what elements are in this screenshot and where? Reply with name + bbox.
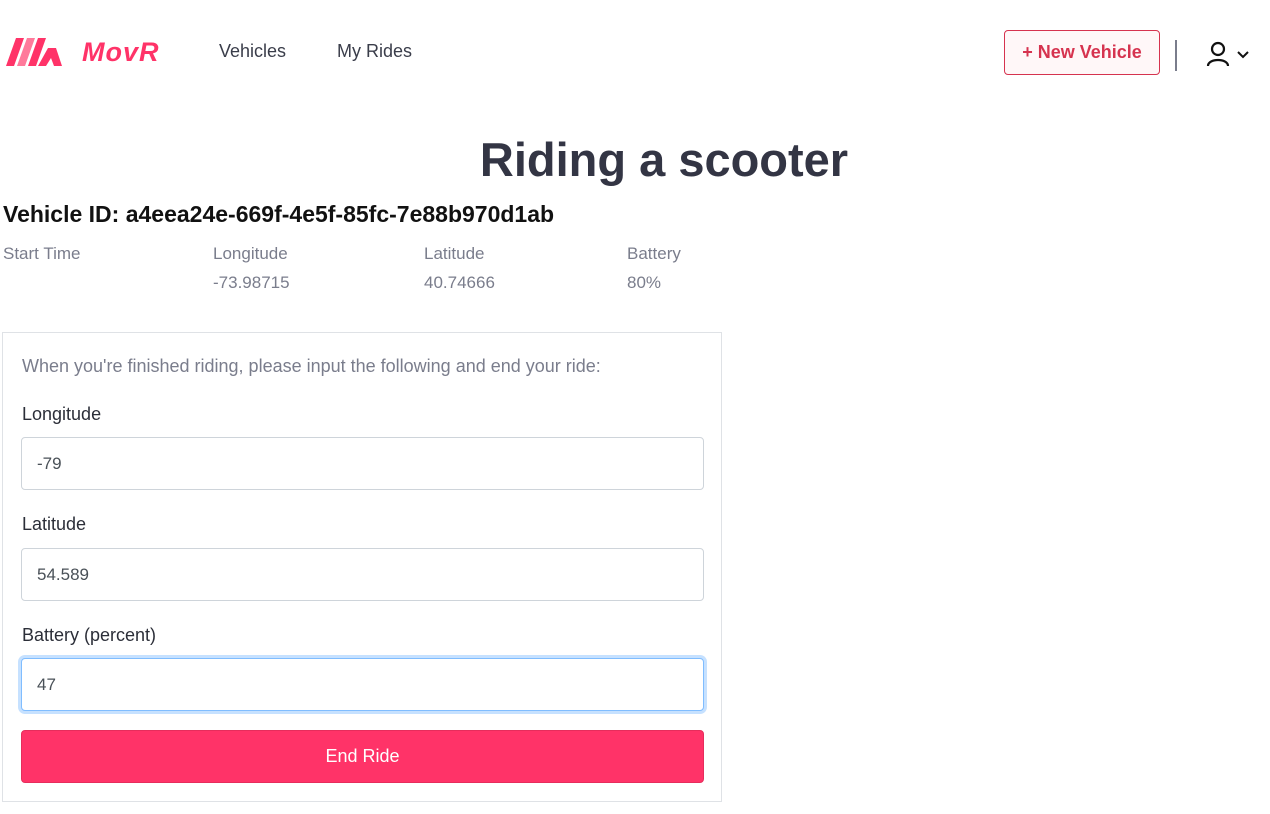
stat-label: Battery	[627, 244, 681, 263]
user-icon	[1206, 41, 1230, 67]
stat-latitude: Latitude 40.74666	[424, 243, 624, 293]
nav-link-my-rides[interactable]: My Rides	[337, 41, 412, 62]
brand-home-link[interactable]: MovR	[6, 34, 160, 70]
longitude-label: Longitude	[22, 404, 102, 424]
nav-link-vehicles[interactable]: Vehicles	[219, 41, 286, 62]
vehicle-id: Vehicle ID: a4eea24e-669f-4e5f-85fc-7e88…	[3, 201, 555, 227]
top-navbar: MovR Vehicles My Rides + New Vehicle	[0, 0, 1270, 106]
end-ride-form: When you're finished riding, please inpu…	[2, 332, 722, 802]
movr-logo-icon	[6, 38, 62, 66]
nav-divider	[1175, 40, 1177, 71]
new-vehicle-button[interactable]: + New Vehicle	[1004, 30, 1160, 75]
end-ride-instructions: When you're finished riding, please inpu…	[22, 356, 601, 376]
latitude-input[interactable]	[21, 548, 704, 601]
battery-label: Battery (percent)	[22, 625, 157, 645]
stat-value: 80%	[627, 273, 662, 292]
latitude-label: Latitude	[22, 514, 87, 534]
brand-name: MovR	[82, 36, 160, 67]
stat-value: 40.74666	[424, 273, 495, 292]
stat-battery: Battery 80%	[627, 243, 827, 293]
stat-start-time: Start Time	[3, 243, 203, 293]
stat-value	[3, 272, 203, 293]
ride-stats: Start Time Longitude -73.98715 Latitude …	[3, 243, 723, 299]
stat-value: -73.98715	[213, 273, 290, 292]
page-title: Riding a scooter	[479, 133, 849, 186]
stat-longitude: Longitude -73.98715	[213, 243, 413, 293]
longitude-input[interactable]	[21, 437, 704, 490]
stat-label: Start Time	[3, 244, 81, 263]
user-menu-toggle[interactable]	[1205, 40, 1253, 68]
stat-label: Latitude	[424, 244, 485, 263]
battery-input[interactable]	[21, 658, 704, 711]
stat-label: Longitude	[213, 244, 288, 263]
end-ride-button[interactable]: End Ride	[21, 730, 704, 783]
chevron-down-icon	[1237, 51, 1249, 59]
